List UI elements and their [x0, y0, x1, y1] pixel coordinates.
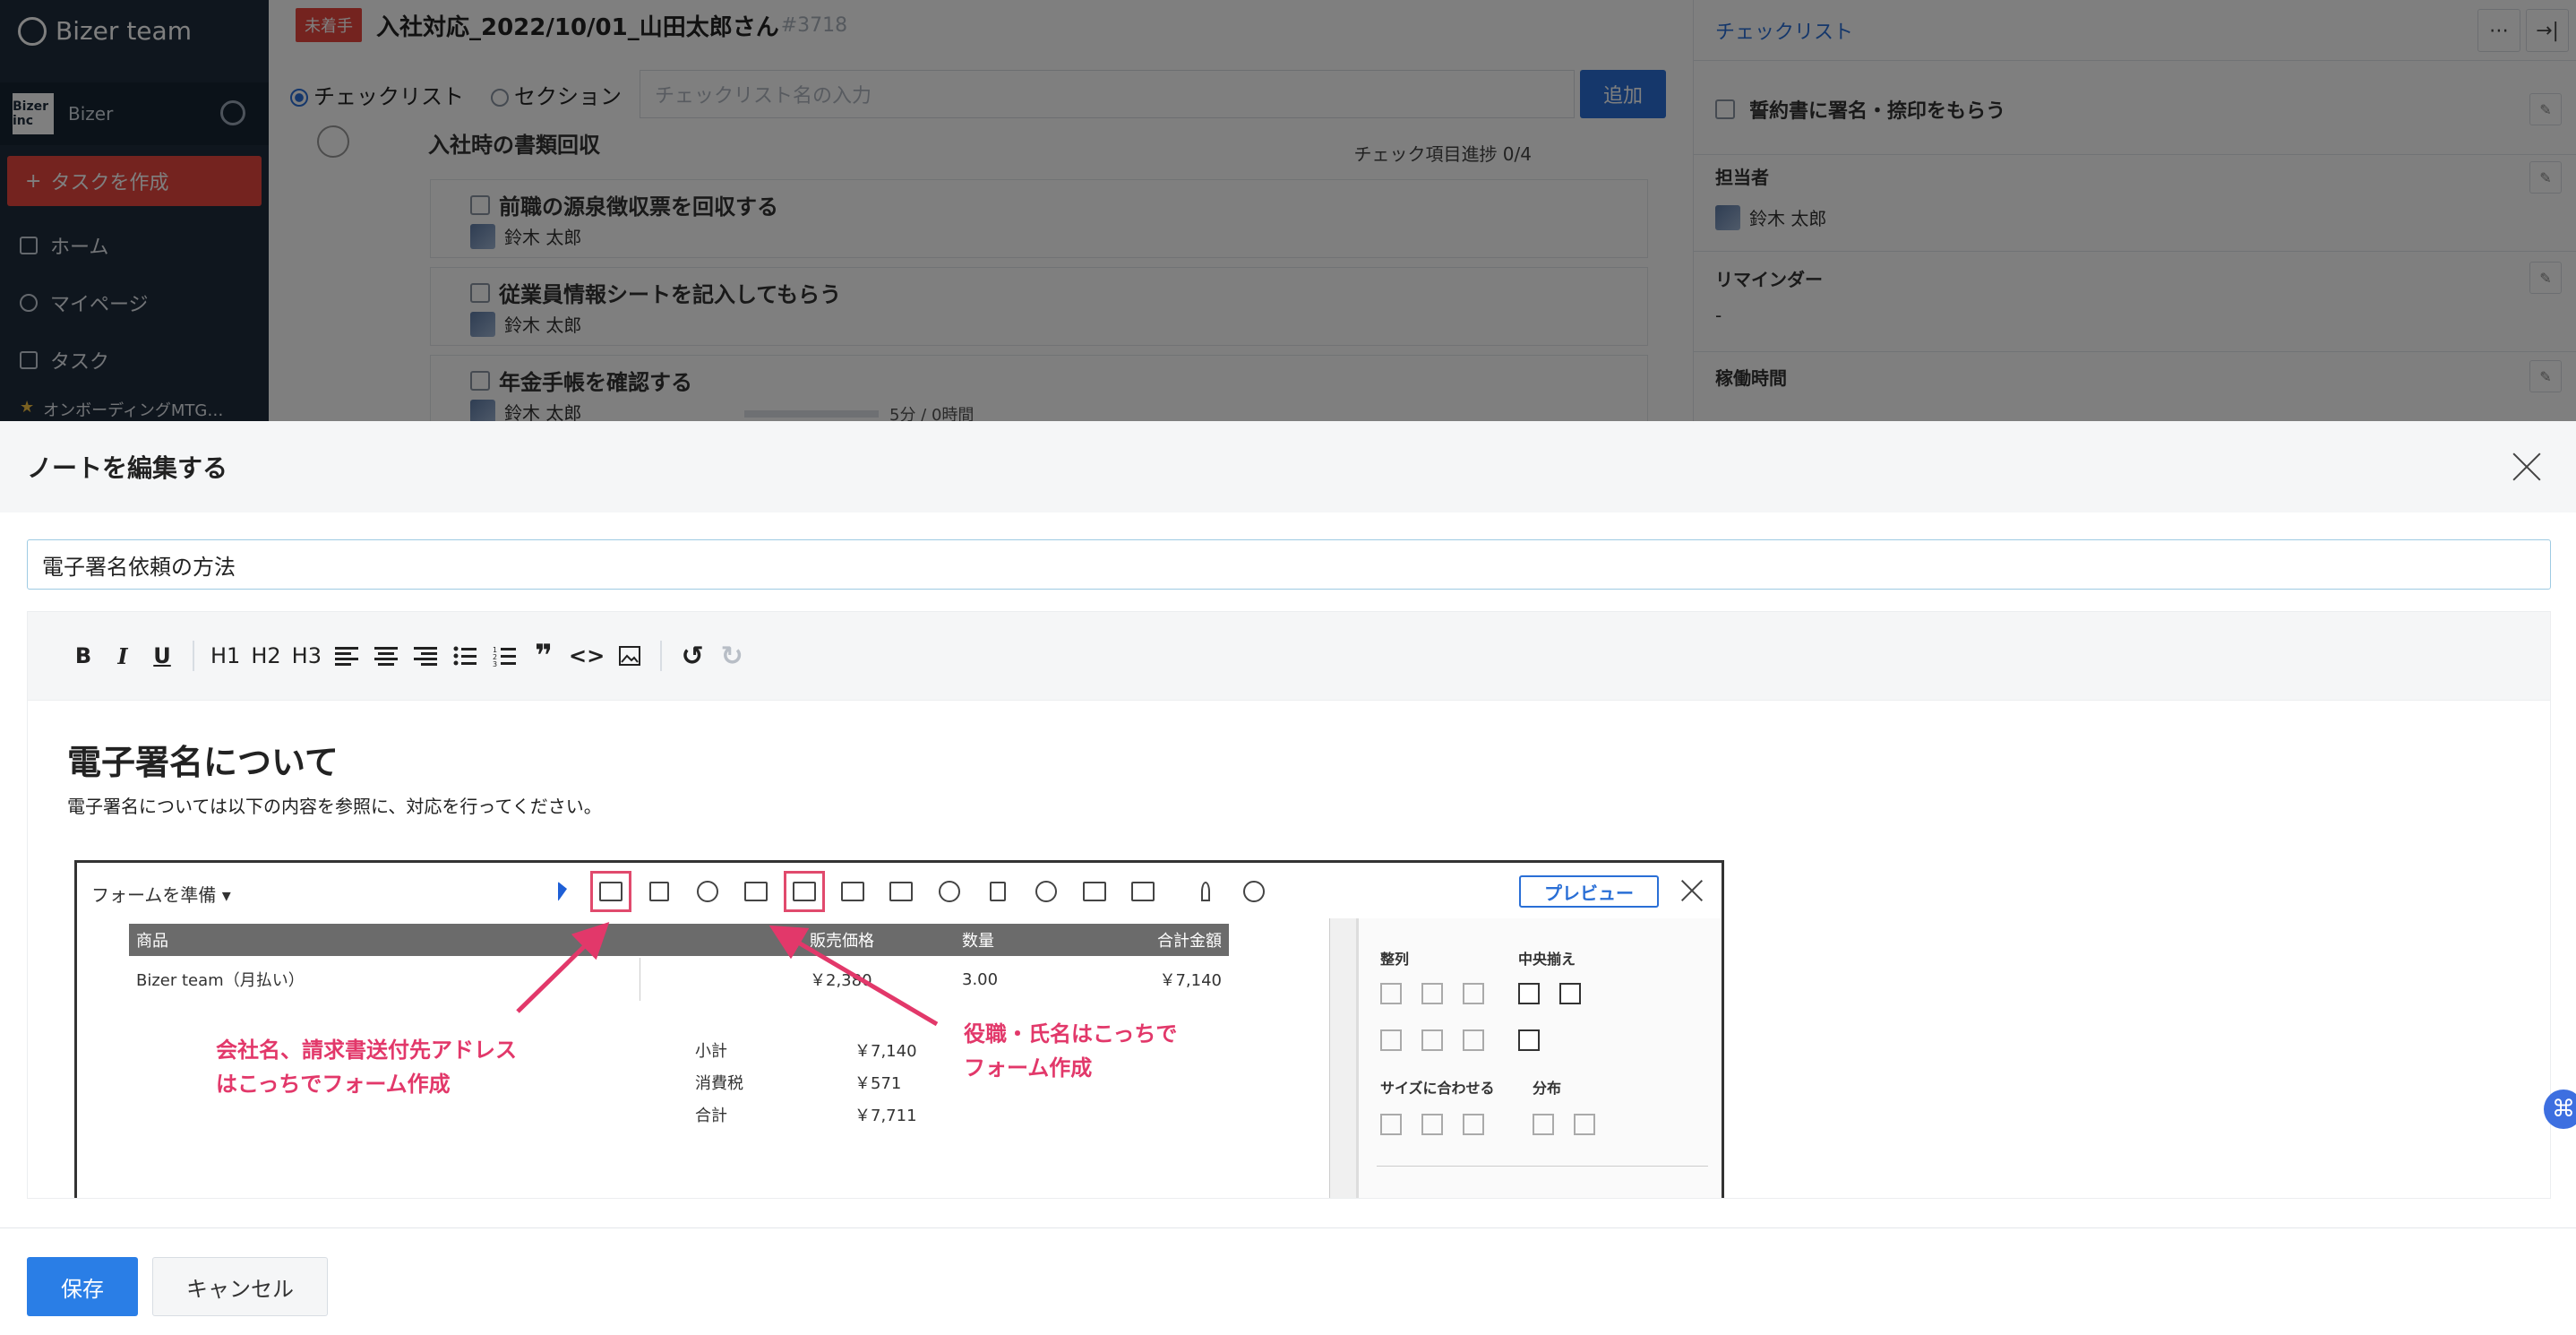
modal-header: ノートを編集する	[0, 421, 2576, 512]
image-button[interactable]	[610, 638, 649, 674]
divider	[193, 641, 194, 671]
align-left-icon	[334, 647, 358, 666]
underline-button[interactable]: U	[142, 638, 182, 674]
annotation-line: フォーム作成	[964, 1055, 1093, 1081]
cancel-button[interactable]: キャンセル	[152, 1257, 328, 1316]
annotation-line: はこっちでフォーム作成	[216, 1072, 451, 1098]
italic-button[interactable]: I	[103, 638, 142, 674]
h1-button[interactable]: H1	[205, 638, 245, 674]
arrow-left	[516, 922, 610, 1013]
h2-button[interactable]: H2	[245, 638, 286, 674]
bullet-list-icon	[453, 646, 477, 666]
command-icon[interactable]: ⌘	[2544, 1090, 2576, 1129]
numbered-list-button[interactable]: 123	[485, 638, 524, 674]
modal-backdrop[interactable]	[0, 0, 2576, 421]
annotation-arrows	[516, 922, 939, 1027]
code-icon[interactable]: <>	[563, 638, 610, 674]
modal-footer: 保存 キャンセル	[0, 1227, 2576, 1335]
svg-text:3: 3	[493, 660, 497, 667]
divider	[660, 641, 663, 671]
background-app: Bizer team Bizer inc Bizer + タスクを作成 ホーム …	[0, 0, 2576, 421]
edit-note-modal: ノートを編集する 電子署名依頼の方法 B I U H1 H2 H3 123 ❞ …	[0, 421, 2576, 1335]
align-left-button[interactable]	[327, 638, 366, 674]
bullet-list-button[interactable]	[445, 638, 485, 674]
annotation-line: 会社名、請求書送付先アドレス	[216, 1038, 517, 1063]
align-right-icon	[413, 647, 437, 666]
embedded-screenshot[interactable]: フォームを準備 ▾ プレビュー 商品 販売価格 数量 合計金額 Bizer te…	[74, 860, 1724, 1198]
align-center-button[interactable]	[366, 638, 406, 674]
annotation-line: 役職・氏名はこっちで	[964, 1021, 1178, 1046]
arrow-right	[769, 925, 939, 1027]
h3-button[interactable]: H3	[287, 638, 327, 674]
editor-content[interactable]: 電子署名について 電子署名については以下の内容を参照に、対応を行ってください。 …	[27, 701, 2551, 1199]
close-icon[interactable]	[2510, 450, 2544, 484]
quote-icon[interactable]: ❞	[524, 638, 563, 674]
note-title-input[interactable]: 電子署名依頼の方法	[27, 539, 2551, 590]
doc-paragraph: 電子署名については以下の内容を参照に、対応を行ってください。	[67, 796, 602, 817]
redo-icon[interactable]: ↻	[712, 638, 751, 674]
editor-toolbar: B I U H1 H2 H3 123 ❞ <> ↺ ↻	[27, 611, 2551, 701]
annotation-right: 役職・氏名はこっちで フォーム作成	[964, 1017, 1177, 1086]
image-icon	[619, 646, 641, 666]
modal-title: ノートを編集する	[27, 453, 228, 483]
bold-button[interactable]: B	[64, 638, 103, 674]
annotation-left: 会社名、請求書送付先アドレス はこっちでフォーム作成	[216, 1033, 517, 1102]
save-button[interactable]: 保存	[27, 1257, 138, 1316]
undo-icon[interactable]: ↺	[673, 638, 712, 674]
doc-heading: 電子署名について	[67, 743, 339, 782]
align-center-icon	[374, 647, 398, 666]
numbered-list-icon: 123	[493, 646, 516, 667]
align-right-button[interactable]	[406, 638, 445, 674]
